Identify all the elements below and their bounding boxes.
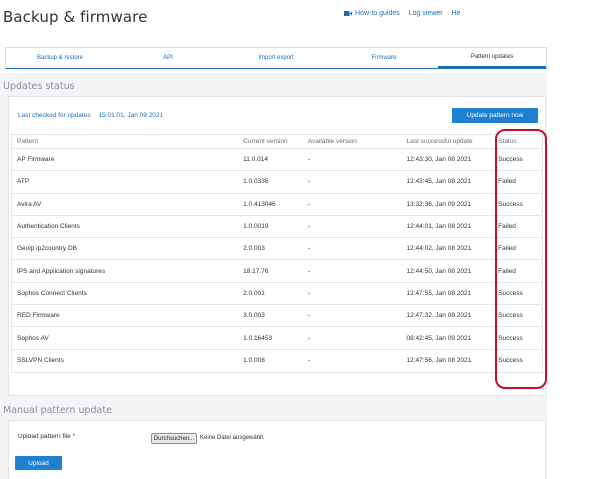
table-row: Authentication Clients 1.0.0019 - 12:44:01,… — [12, 216, 542, 239]
available-version: - — [307, 357, 311, 365]
current-version: 2.0.001 — [243, 289, 265, 297]
current-version: 2.0.003 — [243, 245, 265, 253]
last-update: 12:44:02, Jan 08 2021 — [406, 245, 472, 253]
col-current-version[interactable]: Current version — [243, 138, 308, 145]
upload-pattern-file-label: Upload pattern file * — [18, 433, 76, 440]
table-header: Pattern Current version Available versio… — [12, 135, 542, 149]
pattern-name: Avira AV — [17, 200, 42, 208]
log-viewer-link[interactable]: Log viewer — [409, 10, 443, 17]
available-version: - — [307, 289, 311, 297]
last-update: 12:43:30, Jan 08 2021 — [406, 156, 472, 164]
available-version: - — [307, 245, 311, 253]
pattern-name: Sophos AV — [17, 334, 49, 342]
pattern-name: SSLVPN Clients — [17, 357, 64, 365]
last-update: 12:43:45, Jan 08 2021 — [406, 178, 472, 186]
available-version: - — [307, 200, 311, 208]
tab-bar: Backup & restore API Import export Firmw… — [5, 47, 547, 69]
current-version: 1.0.16453 — [243, 334, 273, 342]
pattern-name: AP Firmware — [17, 156, 55, 164]
last-checked: Last checked for updates 15:01:01, Jan 0… — [18, 112, 169, 119]
available-version: - — [307, 223, 311, 231]
current-version: 3.0.003 — [243, 312, 265, 320]
col-available-version[interactable]: Available version — [308, 138, 407, 145]
current-version: 18.17.76 — [243, 267, 269, 275]
tab-backup-restore[interactable]: Backup & restore — [6, 48, 114, 68]
no-file-text: Keine Datei ausgewählt. — [200, 435, 265, 441]
col-last-update[interactable]: Last successful update — [407, 138, 499, 145]
table-row: SSLVPN Clients 1.0.008 - 12:47:56, Jan 08 2… — [12, 350, 542, 372]
available-version: - — [307, 312, 311, 320]
available-version: - — [307, 334, 311, 342]
pattern-name: IPS and Application signatures — [17, 267, 106, 275]
tab-firmware[interactable]: Firmware — [330, 48, 438, 68]
table-row: Geoip ip2country DB 2.0.003 - 12:44:02, Jan… — [12, 238, 542, 261]
pattern-name: ATP — [17, 178, 30, 186]
updates-status-heading: Updates status — [3, 81, 75, 92]
pattern-name: Authentication Clients — [17, 223, 80, 231]
pattern-name: RED Firmware — [17, 312, 60, 320]
last-update: 08:42:45, Jan 09 2021 — [406, 334, 472, 342]
how-to-guides-label: How-to guides — [355, 10, 400, 17]
col-pattern[interactable]: Pattern — [12, 138, 243, 145]
update-pattern-now-button[interactable]: Update pattern now — [452, 108, 538, 123]
blank-area — [460, 6, 584, 44]
table-row: IPS and Application signatures 18.17.76 - 1… — [12, 260, 542, 283]
last-update: 13:32:36, Jan 09 2021 — [406, 200, 472, 208]
upload-button[interactable]: Upload — [15, 456, 62, 470]
browse-button[interactable]: Durchsuchen... — [151, 433, 197, 444]
tab-pattern-updates[interactable]: Pattern updates — [438, 48, 546, 68]
status-highlight-annotation — [495, 129, 547, 389]
table-row: Sophos AV 1.0.16453 - 08:42:45, Jan 09 2021… — [12, 327, 542, 350]
current-version: 1.0.0336 — [243, 178, 269, 186]
table-row: AP Firmware 11.0.014 - 12:43:30, Jan 08 202… — [12, 149, 542, 172]
available-version: - — [307, 156, 311, 164]
last-update: 12:47:32, Jan 08 2021 — [406, 312, 472, 320]
last-update: 12:44:50, Jan 08 2021 — [406, 267, 472, 275]
pattern-table: Pattern Current version Available versio… — [11, 134, 543, 373]
table-row: Sophos Connect Clients 2.0.001 - 12:47:55, … — [12, 283, 542, 306]
pattern-name: Sophos Connect Clients — [17, 289, 87, 297]
tab-api[interactable]: API — [114, 48, 222, 68]
current-version: 1.0.0019 — [243, 223, 269, 231]
how-to-guides-link[interactable]: How-to guides — [344, 10, 400, 17]
current-version: 1.0.413046 — [243, 200, 276, 208]
manual-update-heading: Manual pattern update — [3, 405, 112, 416]
last-update: 12:47:56, Jan 08 2021 — [406, 357, 472, 365]
pattern-name: Geoip ip2country DB — [17, 245, 77, 253]
last-checked-label: Last checked for updates — [18, 112, 91, 119]
manual-update-card — [8, 420, 546, 479]
table-row: Avira AV 1.0.413046 - 13:32:36, Jan 09 2021… — [12, 194, 542, 216]
last-update: 12:44:01, Jan 08 2021 — [406, 223, 472, 231]
page-title: Backup & firmware — [3, 8, 148, 26]
available-version: - — [307, 178, 311, 186]
table-row: RED Firmware 3.0.003 - 12:47:32, Jan 08 202… — [12, 305, 542, 328]
available-version: - — [307, 267, 311, 275]
current-version: 1.0.008 — [243, 357, 265, 365]
current-version: 11.0.014 — [243, 156, 268, 164]
table-row: ATP 1.0.0336-12:43:45, Jan 08 2021 Failed — [12, 171, 542, 194]
top-links: How-to guides Log viewer Help — [344, 10, 475, 17]
last-update: 12:47:55, Jan 08 2021 — [406, 289, 472, 297]
last-checked-value: 15:01:01, Jan 09 2021 — [98, 112, 164, 119]
video-icon — [344, 11, 352, 16]
tab-import-export[interactable]: Import export — [222, 48, 330, 68]
